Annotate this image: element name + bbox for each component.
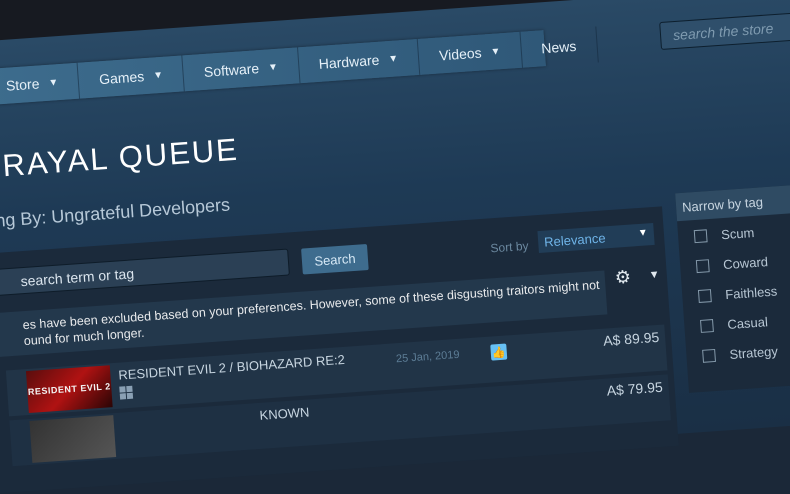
nav-games-label: Games bbox=[98, 68, 145, 88]
game-title: KNOWN bbox=[259, 404, 310, 423]
checkbox[interactable] bbox=[695, 259, 710, 274]
nav-store-label: Store bbox=[5, 75, 40, 94]
nav-videos-label: Videos bbox=[438, 44, 483, 64]
chevron-down-icon: ▼ bbox=[267, 61, 279, 73]
tag-label: Coward bbox=[722, 254, 769, 273]
chevron-down-icon: ▼ bbox=[387, 52, 399, 65]
chevron-down-icon: ▼ bbox=[152, 69, 164, 81]
release-date: 25 Jan, 2019 bbox=[395, 348, 460, 366]
checkbox[interactable] bbox=[693, 229, 708, 244]
checkbox[interactable] bbox=[702, 348, 716, 363]
game-capsule-image: RESIDENT EVIL 2 bbox=[25, 365, 113, 413]
tag-label: Casual bbox=[726, 314, 769, 333]
search-button[interactable]: Search bbox=[301, 243, 369, 275]
game-price: A$ 79.95 bbox=[606, 378, 664, 399]
nav-news-label: News bbox=[540, 37, 577, 57]
nav-software-label: Software bbox=[203, 60, 260, 80]
search-term-value: search term or tag bbox=[20, 264, 135, 289]
sort-value: Relevance bbox=[543, 229, 606, 250]
chevron-down-icon: ▼ bbox=[490, 45, 501, 58]
checkbox[interactable] bbox=[700, 319, 714, 333]
windows-icon bbox=[119, 385, 134, 400]
nav-hardware-label: Hardware bbox=[318, 51, 380, 72]
store-page: Store ▼ Games ▼ Software ▼ Hardware ▼ Vi… bbox=[0, 0, 790, 494]
game-price: A$ 89.95 bbox=[602, 328, 660, 349]
gear-icon[interactable]: ⚙ bbox=[614, 267, 632, 289]
chevron-down-icon[interactable]: ▼ bbox=[648, 269, 660, 282]
tag-label: Scum bbox=[720, 224, 755, 243]
checkbox[interactable] bbox=[697, 289, 712, 303]
chevron-down-icon: ▼ bbox=[637, 227, 649, 240]
thumbs-up-icon: 👍 bbox=[490, 343, 508, 361]
nav-games[interactable]: Games ▼ bbox=[77, 55, 186, 99]
sort-label: Sort by bbox=[490, 238, 529, 256]
nav-store[interactable]: Store ▼ bbox=[0, 62, 81, 106]
game-capsule-image bbox=[29, 415, 117, 463]
nav-news[interactable]: News bbox=[520, 26, 599, 68]
store-search-placeholder: search the store bbox=[672, 20, 774, 44]
chevron-down-icon: ▼ bbox=[47, 76, 59, 89]
nav-videos[interactable]: Videos ▼ bbox=[417, 31, 523, 75]
